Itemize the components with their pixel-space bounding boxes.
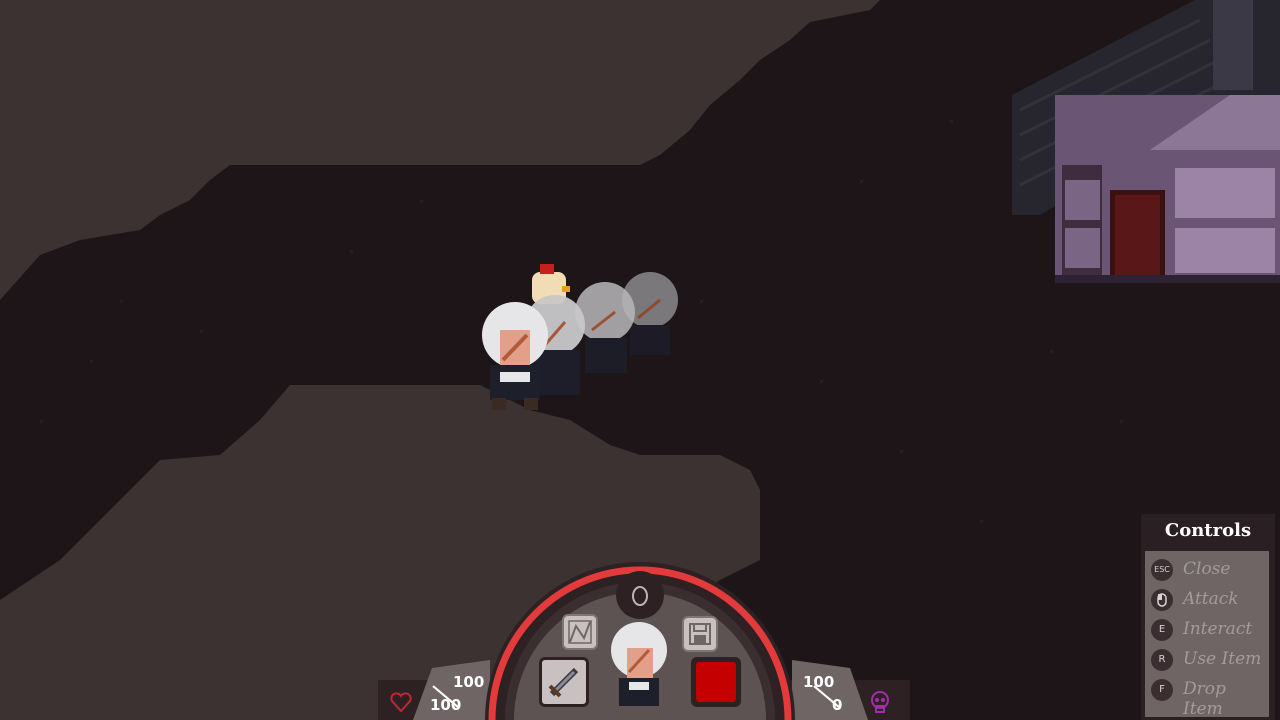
item-color-swatch — [696, 662, 736, 702]
health-max: 100 — [453, 673, 485, 691]
r-key: R — [1151, 649, 1173, 671]
house-window-right-bottom — [1175, 228, 1275, 273]
heart-icon — [389, 691, 413, 713]
item-slot[interactable] — [691, 657, 741, 707]
weapon-slot[interactable] — [539, 657, 589, 707]
controls-title: Controls — [1164, 520, 1252, 541]
game-world — [0, 0, 1280, 720]
house-window-right-top — [1175, 168, 1275, 218]
house-window-left-top — [1065, 180, 1100, 220]
e-key: E — [1151, 619, 1173, 641]
controls-list: ESC Close Attack E Interact R Use Item F… — [1145, 551, 1269, 719]
control-label-interact: Interact — [1183, 619, 1253, 639]
esc-key: ESC — [1151, 559, 1173, 581]
player-portrait — [609, 620, 669, 712]
sword-icon — [548, 667, 579, 698]
control-row-use-item: R Use Item — [1145, 647, 1269, 675]
f-key: F — [1151, 679, 1173, 701]
player-character-main — [482, 302, 548, 410]
egg-icon — [632, 586, 648, 606]
health-current: 100 — [430, 696, 462, 714]
hud-egg-slot[interactable] — [628, 583, 652, 607]
mouse-icon — [1151, 589, 1173, 611]
house-chimney — [1213, 0, 1253, 90]
house-window-left-bottom — [1065, 228, 1100, 268]
control-label-drop-item: Drop Item — [1183, 679, 1226, 719]
save-icon — [689, 623, 711, 645]
map-button[interactable] — [562, 614, 598, 650]
energy-max: 0 — [832, 696, 843, 714]
controls-panel: Controls ESC Close Attack E Interact R U… — [1141, 514, 1275, 720]
control-label-use-item: Use Item — [1183, 649, 1262, 669]
control-row-close: ESC Close — [1145, 557, 1269, 585]
control-row-attack: Attack — [1145, 587, 1269, 615]
map-icon — [568, 620, 592, 644]
save-button[interactable] — [682, 616, 718, 652]
control-row-drop-item: F Drop Item — [1145, 677, 1269, 719]
control-label-close: Close — [1183, 559, 1231, 579]
control-row-interact: E Interact — [1145, 617, 1269, 645]
skull-icon — [868, 690, 892, 714]
control-label-attack: Attack — [1183, 589, 1239, 609]
